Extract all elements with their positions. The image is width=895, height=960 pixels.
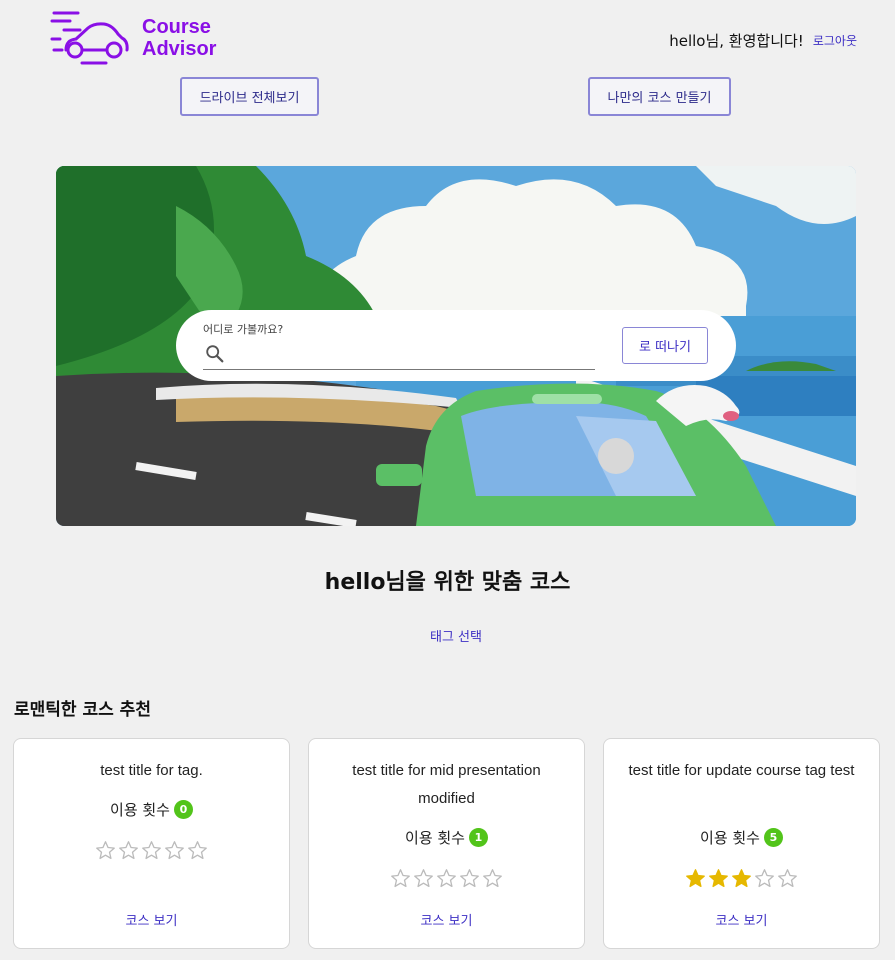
go-button[interactable]: 로 떠나기 [622, 327, 708, 364]
star-empty-icon[interactable] [482, 868, 503, 889]
course-card: test title for mid presentation modified… [308, 738, 585, 949]
usage-label: 이용 횟수 [700, 829, 760, 847]
star-filled-icon[interactable] [731, 868, 752, 889]
rating-stars[interactable] [309, 868, 584, 893]
view-course-link[interactable]: 코스 보기 [14, 910, 289, 929]
course-title: test title for mid presentation modified [352, 762, 541, 807]
car-logo-icon [50, 11, 129, 65]
search-input[interactable] [203, 340, 595, 370]
star-empty-icon[interactable] [187, 840, 208, 861]
star-filled-icon[interactable] [708, 868, 729, 889]
usage-label: 이용 횟수 [110, 801, 170, 819]
star-empty-icon[interactable] [95, 840, 116, 861]
usage-badge: 1 [468, 828, 488, 847]
usage-count: 이용 횟수 5 [604, 827, 879, 848]
make-course-button[interactable]: 나만의 코스 만들기 [588, 77, 731, 116]
star-empty-icon[interactable] [777, 868, 798, 889]
search-label: 어디로 가볼까요? [203, 323, 284, 336]
star-empty-icon[interactable] [436, 868, 457, 889]
drive-all-button[interactable]: 드라이브 전체보기 [180, 77, 319, 116]
course-title: test title for update course tag test [628, 762, 855, 779]
logout-link[interactable]: 로그아웃 [813, 32, 857, 49]
search-box: 어디로 가볼까요? 로 떠나기 [176, 310, 736, 381]
usage-label: 이용 횟수 [405, 829, 465, 847]
star-filled-icon[interactable] [685, 868, 706, 889]
rating-stars[interactable] [604, 868, 879, 893]
star-empty-icon[interactable] [754, 868, 775, 889]
recommend-title: hello님을 위한 맞춤 코스 [324, 570, 571, 595]
usage-badge: 5 [763, 828, 783, 847]
view-course-link[interactable]: 코스 보기 [604, 910, 879, 929]
usage-count: 이용 횟수 0 [14, 799, 289, 820]
usage-count: 이용 횟수 1 [309, 827, 584, 848]
logo-line2: Advisor [142, 38, 217, 60]
course-card: test title for update course tag test 이용… [603, 738, 880, 949]
logo-line1: Course [142, 16, 211, 38]
logo[interactable]: Course Advisor [50, 10, 216, 66]
star-empty-icon[interactable] [413, 868, 434, 889]
greeting-text: hello님, 환영합니다! [669, 32, 804, 50]
logo-text: Course Advisor [142, 16, 216, 60]
star-empty-icon[interactable] [141, 840, 162, 861]
rating-stars[interactable] [14, 840, 289, 865]
user-greeting-area: hello님, 환영합니다! 로그아웃 [669, 30, 857, 51]
star-empty-icon[interactable] [118, 840, 139, 861]
category-title: 로맨틱한 코스 추천 [14, 700, 151, 720]
star-empty-icon[interactable] [459, 868, 480, 889]
star-empty-icon[interactable] [164, 840, 185, 861]
usage-badge: 0 [173, 800, 193, 819]
course-card: test title for tag. 이용 횟수 0 코스 보기 [13, 738, 290, 949]
star-empty-icon[interactable] [390, 868, 411, 889]
course-title: test title for tag. [100, 762, 203, 779]
tag-select-link[interactable]: 태그 선택 [0, 626, 895, 645]
view-course-link[interactable]: 코스 보기 [309, 910, 584, 929]
